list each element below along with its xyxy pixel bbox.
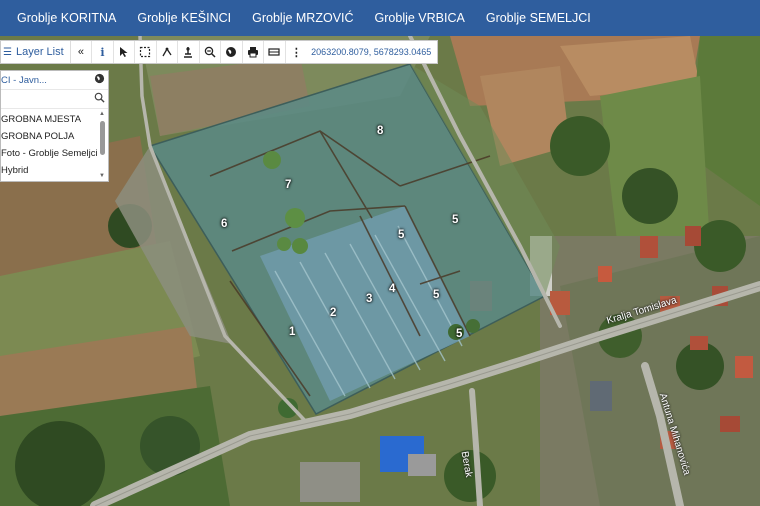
layer-item[interactable]: GROBNA POLJA: [1, 128, 108, 145]
nav-groblje-vrbica[interactable]: Groblje VRBICA: [375, 11, 465, 25]
scroll-down-icon[interactable]: ▼: [99, 173, 105, 179]
more-options-icon[interactable]: ⋮: [286, 41, 308, 63]
select-pointer-icon[interactable]: [114, 41, 136, 63]
scroll-thumb[interactable]: [100, 121, 105, 155]
field-label[interactable]: 1: [289, 326, 295, 338]
collapse-icon[interactable]: «: [71, 41, 93, 63]
field-label[interactable]: 5: [456, 328, 462, 340]
menu-icon: ☰: [3, 46, 12, 58]
layer-item[interactable]: Foto - Groblje Semeljci: [1, 145, 108, 162]
field-label[interactable]: 5: [452, 214, 458, 226]
globe-icon[interactable]: [221, 41, 243, 63]
field-label[interactable]: 5: [398, 229, 404, 241]
field-label[interactable]: 3: [366, 293, 372, 305]
layer-list-label: Layer List: [15, 46, 64, 58]
top-navigation: Groblje KORITNA Groblje KEŠINCI Groblje …: [0, 0, 760, 36]
layer-list: GROBNA MJESTA GROBNA POLJA Foto - Groblj…: [1, 109, 108, 179]
field-label[interactable]: 4: [389, 283, 395, 295]
layer-panel: CI - Javn... GROBNA MJESTA GROBNA POLJA …: [0, 70, 109, 182]
layer-scrollbar[interactable]: ▲ ▼: [99, 111, 106, 179]
map-view[interactable]: 8 7 6 5 5 5 4 3 2 1 5 Kralja Tomislava A…: [0, 36, 760, 506]
zoom-out-icon[interactable]: [200, 41, 222, 63]
map-toolbar: ☰ Layer List « i ⋮ 2063200.8079, 5678293…: [0, 40, 439, 64]
selected-layer-label: CI - Javn...: [1, 74, 47, 86]
field-label[interactable]: 2: [330, 307, 336, 319]
print-icon[interactable]: [243, 41, 265, 63]
info-icon[interactable]: i: [92, 41, 114, 63]
search-icon[interactable]: [94, 92, 105, 106]
layer-search-row[interactable]: [1, 90, 108, 109]
field-label[interactable]: 8: [377, 125, 383, 137]
satellite-imagery: [0, 36, 760, 506]
nav-groblje-koritna[interactable]: Groblje KORITNA: [17, 11, 116, 25]
box-select-icon[interactable]: [135, 41, 157, 63]
field-label[interactable]: 7: [285, 179, 291, 191]
field-label[interactable]: 5: [433, 289, 439, 301]
layer-item[interactable]: Hybrid: [1, 162, 108, 179]
field-label[interactable]: 6: [221, 218, 227, 230]
globe-icon[interactable]: [94, 73, 105, 87]
layout-icon[interactable]: [264, 41, 286, 63]
layer-item[interactable]: GROBNA MJESTA: [1, 111, 108, 128]
nav-groblje-kesinci[interactable]: Groblje KEŠINCI: [137, 11, 231, 25]
layer-selector[interactable]: CI - Javn...: [1, 71, 108, 90]
measure-icon[interactable]: [157, 41, 179, 63]
coordinates-readout: 2063200.8079, 5678293.0465: [311, 47, 432, 57]
pin-icon[interactable]: [178, 41, 200, 63]
scroll-up-icon[interactable]: ▲: [99, 111, 105, 117]
layer-list-button[interactable]: ☰ Layer List: [1, 41, 71, 63]
nav-groblje-mrzovic[interactable]: Groblje MRZOVIĆ: [252, 11, 353, 25]
nav-groblje-semeljci[interactable]: Groblje SEMELJCI: [486, 11, 591, 25]
